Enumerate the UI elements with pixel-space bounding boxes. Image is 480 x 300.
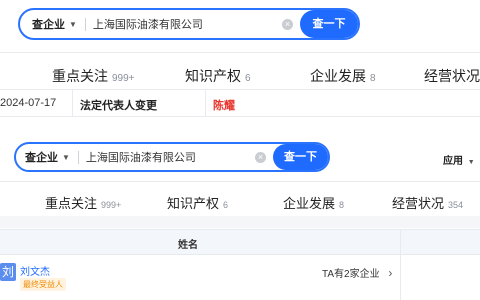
tab-label: 重点关注 — [45, 196, 98, 211]
search-scope-select[interactable]: 查企业 ▼ — [25, 149, 70, 165]
search-input[interactable]: 上海国际油漆有限公司 — [86, 149, 255, 165]
search-divider — [77, 150, 79, 164]
bottom-search-bar: 查企业 ▼ 上海国际油漆有限公司 × 查一下 — [14, 142, 330, 172]
tab-count: 6 — [223, 200, 229, 210]
tab-count: 8 — [370, 73, 376, 84]
tab-development[interactable]: 企业发展 8 — [283, 193, 344, 212]
search-button[interactable]: 查一下 — [273, 144, 328, 170]
section-gap — [0, 216, 480, 228]
column-header-name: 姓名 — [178, 240, 198, 251]
screenshot-canvas: 查企业 ▼ 上海国际油漆有限公司 × 查一下 重点关注 999+ 知识产权 6 企业… — [0, 0, 480, 300]
clear-icon[interactable]: × — [282, 18, 293, 30]
tab-count: 999+ — [112, 73, 135, 84]
search-divider — [84, 17, 86, 31]
avatar-initial: 刘 — [1, 265, 14, 279]
search-scope-select[interactable]: 查企业 ▼ — [32, 16, 77, 32]
related-companies-link[interactable]: TA有2家企业 › — [322, 265, 392, 280]
apps-menu[interactable]: 应用 ▼ — [443, 152, 475, 167]
top-section-divider — [0, 52, 480, 53]
tab-count: 999+ — [101, 200, 122, 210]
top-search-bar: 查企业 ▼ 上海国际油漆有限公司 × 查一下 — [18, 8, 360, 40]
chevron-down-icon: ▼ — [69, 19, 77, 29]
change-value: 陈耀 — [213, 100, 235, 112]
table-header: 姓名 — [0, 229, 480, 255]
search-scope-label: 查企业 — [25, 152, 58, 164]
tab-label: 经营状况 — [392, 196, 445, 211]
tab-label: 知识产权 — [185, 68, 241, 84]
row-separator — [205, 89, 206, 116]
status-badge: 最终受益人 — [20, 278, 66, 291]
search-button[interactable]: 查一下 — [300, 10, 358, 38]
related-companies-label: TA有2家企业 — [322, 269, 380, 280]
tab-key-focus[interactable]: 重点关注 999+ — [45, 193, 121, 212]
tab-label: 知识产权 — [167, 196, 220, 211]
chevron-down-icon: ▼ — [62, 152, 70, 162]
change-date: 2024-07-17 — [0, 97, 57, 109]
header-bottom-border — [0, 181, 480, 182]
row-separator — [72, 89, 73, 116]
table-row: 刘 刘文杰 最终受益人 TA有2家企业 › — [0, 254, 400, 300]
tab-count: 6 — [245, 73, 251, 84]
tab-intellectual-property[interactable]: 知识产权 6 — [167, 193, 228, 212]
column-separator — [400, 229, 401, 300]
person-name-link[interactable]: 刘文杰 — [20, 263, 50, 278]
chevron-right-icon: › — [388, 266, 393, 280]
avatar: 刘 — [0, 263, 16, 281]
tab-label: 企业发展 — [283, 196, 336, 211]
tab-label: 重点关注 — [52, 68, 108, 84]
tab-label: 企业发展 — [310, 68, 366, 84]
search-input[interactable]: 上海国际油漆有限公司 — [93, 16, 282, 32]
tab-count: 8 — [339, 200, 345, 210]
apps-label: 应用 — [443, 156, 463, 167]
tab-label: 经营状况 — [424, 68, 480, 84]
clear-icon[interactable]: × — [255, 151, 266, 163]
search-scope-label: 查企业 — [32, 19, 65, 31]
tab-operations[interactable]: 经营状况 — [424, 66, 480, 86]
change-item: 法定代表人变更 — [80, 100, 157, 112]
tab-development[interactable]: 企业发展 8 — [310, 66, 376, 86]
tab-operations[interactable]: 经营状况 354 — [392, 193, 463, 212]
tab-intellectual-property[interactable]: 知识产权 6 — [185, 66, 251, 86]
tab-key-focus[interactable]: 重点关注 999+ — [52, 66, 135, 86]
tab-count: 354 — [448, 200, 464, 210]
row-bottom-border — [0, 116, 480, 117]
chevron-down-icon: ▼ — [467, 159, 475, 166]
